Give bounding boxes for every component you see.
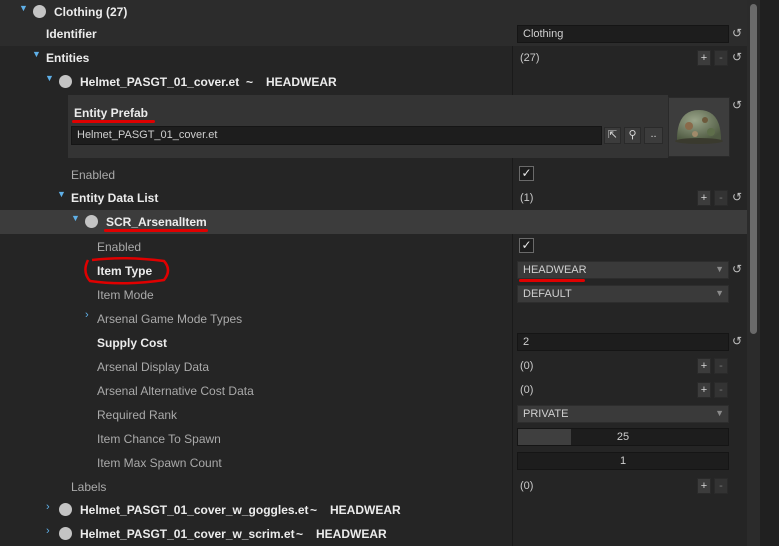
browse-button[interactable]: .. [644,127,663,144]
reset-icon[interactable]: ↺ [732,334,742,348]
scrollbar-thumb[interactable] [750,4,757,334]
arsenal-item-label: SCR_ArsenalItem [106,215,207,229]
chance-to-spawn-label: Item Chance To Spawn [97,432,221,446]
add-button[interactable]: + [697,358,711,374]
annotation-underline [104,229,208,232]
labels-label: Labels [71,480,107,494]
annotation-circle [84,256,170,285]
arsenal-enabled-checkbox[interactable]: ✓ [519,238,534,253]
search-icon[interactable]: ⚲ [624,127,641,144]
chevron-down-icon: ▼ [715,264,724,274]
remove-button[interactable]: - [714,50,728,66]
clothing-label: Clothing (27) [54,5,128,19]
required-rank-label: Required Rank [97,408,178,422]
expand-arrow-icon[interactable]: ▼ [57,189,66,199]
add-button[interactable]: + [697,190,711,206]
entity-data-list-label: Entity Data List [71,191,159,205]
add-button[interactable]: + [697,50,711,66]
entity-name: Helmet_PASGT_01_cover.et [80,75,240,89]
item-mode-value: DEFAULT [523,288,572,300]
expand-arrow-icon[interactable]: ▼ [71,213,80,223]
expand-arrow-icon[interactable]: ▼ [19,3,28,13]
identifier-label: Identifier [46,27,97,41]
supply-cost-label: Supply Cost [97,336,168,350]
object-icon [33,5,46,18]
reset-icon[interactable]: ↺ [732,98,742,112]
reset-icon[interactable]: ↺ [732,26,742,40]
entity-prefab-label: Entity Prefab [74,106,149,120]
item-mode-select[interactable]: DEFAULT ▼ [517,285,729,303]
entity-type: HEADWEAR [330,503,401,517]
game-mode-types-label: Arsenal Game Mode Types [97,312,243,326]
alt-cost-label: Arsenal Alternative Cost Data [97,384,254,398]
required-rank-select[interactable]: PRIVATE ▼ [517,405,729,423]
required-rank-value: PRIVATE [523,408,569,420]
object-icon [59,527,72,540]
display-data-count: (0) [520,360,534,372]
entity-separator: ~ [246,75,254,89]
object-icon [85,215,98,228]
entities-label: Entities [46,51,90,65]
slider-fill [518,429,571,445]
entities-count: (27) [520,52,540,64]
prefab-path-field[interactable]: Helmet_PASGT_01_cover.et [71,126,602,145]
reset-icon[interactable]: ↺ [732,50,742,64]
expand-arrow-icon[interactable]: ▼ [45,73,54,83]
chance-to-spawn-slider[interactable]: 25 [517,428,729,446]
chevron-right-icon[interactable]: › [46,501,50,513]
entity-name: Helmet_PASGT_01_cover_w_goggles.et [80,503,309,517]
prefab-thumbnail [668,97,730,157]
helmet-preview-icon [675,110,723,144]
expand-arrow-icon[interactable]: ▼ [32,49,41,59]
chevron-right-icon[interactable]: › [85,309,89,321]
entity-type: HEADWEAR [266,75,337,89]
reset-icon[interactable]: ↺ [732,190,742,204]
item-type-value: HEADWEAR [523,264,587,276]
annotation-underline [519,279,585,282]
add-button[interactable]: + [697,382,711,398]
arsenal-enabled-label: Enabled [97,240,142,254]
side-panel-edge [760,0,779,546]
identifier-field[interactable]: Clothing [517,25,729,43]
max-spawn-label: Item Max Spawn Count [97,456,222,470]
entity-separator: ~ [310,503,318,517]
labels-count: (0) [520,480,534,492]
display-data-label: Arsenal Display Data [97,360,210,374]
tree-row-helmet-scrim[interactable]: › Helmet_PASGT_01_cover_w_scrim.et ~ HEA… [0,522,747,546]
tree-row-helmet-cover[interactable]: ▼ Helmet_PASGT_01_cover.et ~ HEADWEAR [0,70,747,94]
entity-name: Helmet_PASGT_01_cover_w_scrim.et [80,527,295,541]
supply-cost-field[interactable]: 2 [517,333,729,351]
chevron-down-icon: ▼ [715,408,724,418]
remove-button[interactable]: - [714,190,728,206]
remove-button[interactable]: - [714,358,728,374]
enabled-checkbox[interactable]: ✓ [519,166,534,181]
tree-row-entities[interactable]: ▼ Entities [0,46,747,70]
open-external-icon[interactable]: ⇱ [604,127,621,144]
tree-row-clothing[interactable]: ▼ Clothing (27) [0,0,747,24]
entity-data-list-count: (1) [520,192,534,204]
enabled-label: Enabled [71,168,116,182]
tree-row-helmet-goggles[interactable]: › Helmet_PASGT_01_cover_w_goggles.et ~ H… [0,498,747,522]
alt-cost-count: (0) [520,384,534,396]
entity-type: HEADWEAR [316,527,387,541]
item-mode-label: Item Mode [97,288,154,302]
remove-button[interactable]: - [714,382,728,398]
reset-icon[interactable]: ↺ [732,262,742,276]
item-type-select[interactable]: HEADWEAR ▼ [517,261,729,279]
add-button[interactable]: + [697,478,711,494]
object-icon [59,503,72,516]
chevron-right-icon[interactable]: › [46,525,50,537]
object-icon [59,75,72,88]
tree-row-entity-data-list[interactable]: ▼ Entity Data List [0,186,747,210]
max-spawn-field[interactable]: 1 [517,452,729,470]
remove-button[interactable]: - [714,478,728,494]
annotation-underline [72,120,155,123]
chevron-down-icon: ▼ [715,288,724,298]
entity-separator: ~ [296,527,304,541]
chance-to-spawn-value: 25 [616,431,630,443]
